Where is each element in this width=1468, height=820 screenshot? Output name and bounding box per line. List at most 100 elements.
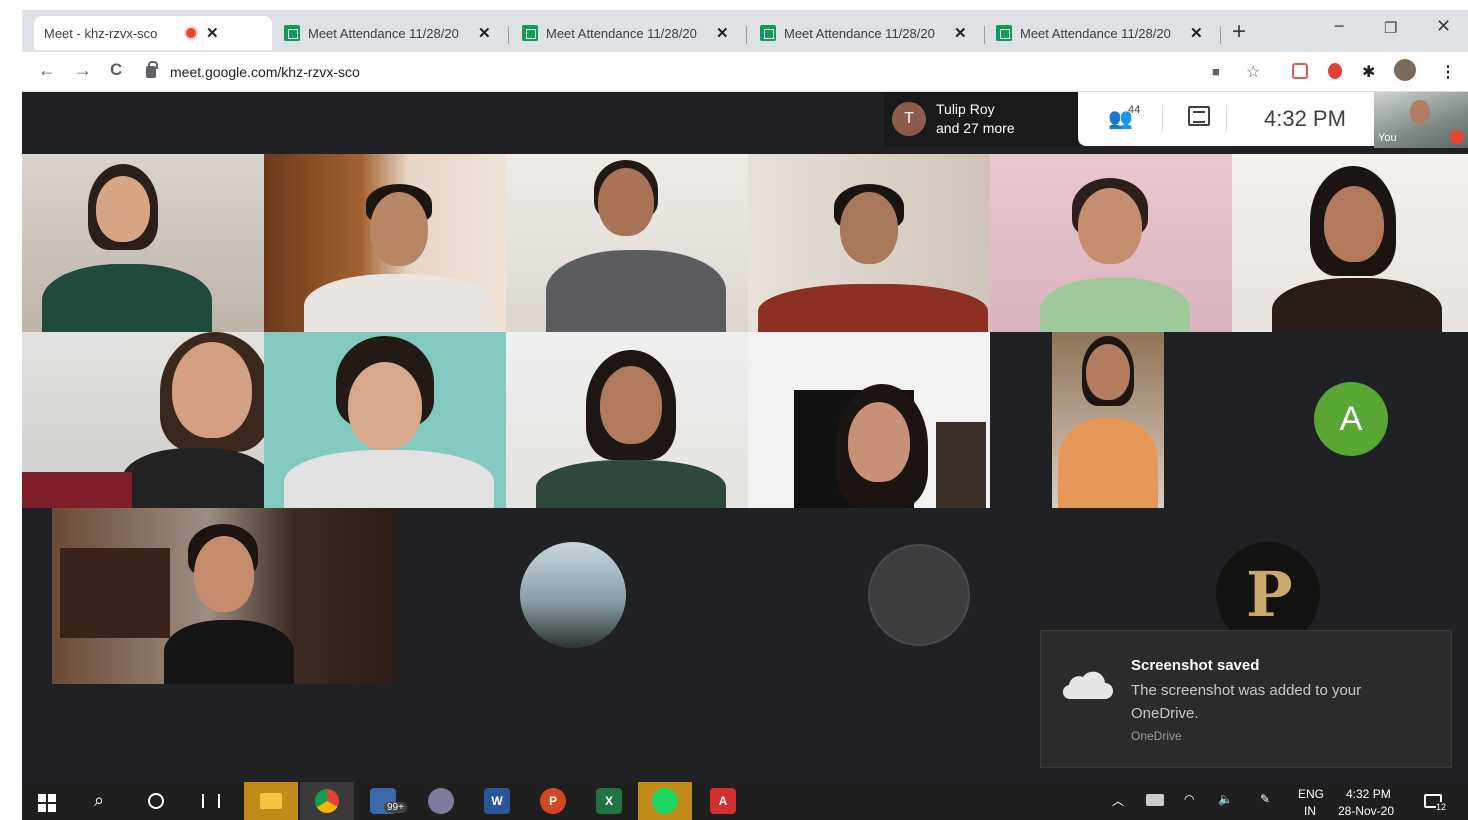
taskbar-time[interactable]: 4:32 PM <box>1346 787 1391 801</box>
participant-body <box>164 620 294 684</box>
tray-chevron-icon[interactable]: ︿ <box>1112 792 1124 809</box>
tab-title: Meet - khz-rzvx-sco <box>44 25 158 41</box>
participant-avatar[interactable] <box>520 542 626 648</box>
screenshot-toast[interactable]: Screenshot saved The screenshot was adde… <box>1040 630 1452 768</box>
close-tab-icon[interactable]: ✕ <box>954 24 967 42</box>
minimize-button[interactable]: − <box>1334 16 1345 37</box>
close-window-button[interactable]: ✕ <box>1436 16 1451 37</box>
tab-attendance-2[interactable]: Meet Attendance 11/28/20 ✕ <box>512 16 744 50</box>
bookshelf-background <box>936 422 986 508</box>
bookmark-star-icon[interactable]: ☆ <box>1246 62 1260 82</box>
tab-attendance-1[interactable]: Meet Attendance 11/28/20 ✕ <box>274 16 506 50</box>
chat-icon[interactable] <box>1188 106 1210 126</box>
participant-tile[interactable] <box>22 154 264 332</box>
participant-face <box>370 192 428 266</box>
reload-button[interactable]: C <box>110 60 122 80</box>
participant-tile[interactable] <box>264 332 506 508</box>
participant-face <box>172 342 252 438</box>
tab-separator <box>984 26 985 44</box>
participant-tile[interactable] <box>52 508 398 684</box>
sofa-background <box>22 472 132 508</box>
presenter-more: and 27 more <box>936 120 1015 136</box>
sheets-favicon-icon <box>760 25 776 41</box>
taskbar-date: 28-Nov-20 <box>1338 804 1395 818</box>
search-icon[interactable]: ⌕ <box>94 790 104 811</box>
participant-tile[interactable] <box>748 332 990 508</box>
new-tab-button[interactable]: + <box>1232 18 1246 46</box>
participant-tile[interactable] <box>1232 154 1468 332</box>
participant-avatar[interactable]: A <box>1314 382 1388 456</box>
restore-button[interactable]: ❐ <box>1384 19 1397 37</box>
tab-meet[interactable]: Meet - khz-rzvx-sco ✕ <box>34 16 272 124</box>
close-tab-icon[interactable]: ✕ <box>1190 24 1203 42</box>
tab-attendance-3[interactable]: Meet Attendance 11/28/20 ✕ <box>750 16 982 50</box>
participant-face <box>1078 188 1142 264</box>
participant-face <box>1086 344 1130 400</box>
close-tab-icon[interactable]: ✕ <box>478 24 491 42</box>
menu-icon[interactable]: ⋮ <box>1440 62 1456 82</box>
region-indicator: IN <box>1304 804 1316 818</box>
word-icon[interactable]: W <box>484 788 510 814</box>
participant-body <box>1058 418 1158 508</box>
close-tab-icon[interactable]: ✕ <box>716 24 729 42</box>
onedrive-cloud-icon <box>1062 671 1113 700</box>
file-explorer-icon[interactable] <box>244 782 298 820</box>
participant-tile[interactable] <box>264 154 506 332</box>
chrome-icon[interactable] <box>300 782 354 820</box>
participants-count: 44 <box>1128 104 1141 116</box>
sheets-favicon-icon <box>522 25 538 41</box>
participant-tile[interactable] <box>748 154 990 332</box>
tab-separator <box>508 26 509 44</box>
meeting-controls: 👥 44 4:32 PM <box>1078 92 1374 146</box>
participant-body <box>42 264 212 332</box>
participant-tile[interactable] <box>506 332 748 508</box>
camera-icon[interactable]: ■ <box>1212 64 1220 79</box>
participant-body <box>758 284 988 332</box>
participant-body <box>122 448 264 508</box>
participant-body <box>546 250 726 332</box>
puzzle-extensions-icon[interactable]: ✱ <box>1362 62 1375 82</box>
acrobat-icon[interactable]: A <box>710 788 736 814</box>
spotify-icon[interactable] <box>638 782 692 820</box>
volume-icon[interactable]: 🔈 <box>1218 792 1233 806</box>
windows-start-icon[interactable] <box>38 794 56 812</box>
back-button[interactable]: ← <box>38 60 56 81</box>
participant-body <box>536 460 726 508</box>
furniture-background <box>60 548 170 638</box>
participant-tile[interactable] <box>22 332 264 508</box>
tab-title: Meet Attendance 11/28/20 <box>1020 25 1171 41</box>
toast-message: The screenshot was added to your OneDriv… <box>1131 682 1362 722</box>
participant-face <box>598 168 654 236</box>
language-indicator[interactable]: ENG <box>1298 787 1324 801</box>
mic-muted-icon <box>1450 130 1464 144</box>
task-view-icon[interactable] <box>202 794 220 808</box>
powerpoint-icon[interactable]: P <box>540 788 566 814</box>
address-bar: ← → C meet.google.com/khz-rzvx-sco ■ ☆ ✱… <box>22 52 1468 92</box>
browser-tab-bar: Meet - khz-rzvx-sco ✕ Meet Attendance 11… <box>22 10 1468 124</box>
notification-count: 12 <box>1436 802 1447 812</box>
participant-tile[interactable] <box>506 154 748 332</box>
divider <box>1226 106 1227 132</box>
tab-separator <box>1220 26 1221 44</box>
participant-tile[interactable] <box>990 154 1232 332</box>
forward-button[interactable]: → <box>74 60 92 81</box>
pocket-extension-icon[interactable] <box>1292 63 1308 79</box>
excel-icon[interactable]: X <box>596 788 622 814</box>
participant-face <box>600 366 662 444</box>
self-view-tile[interactable]: You <box>1374 92 1468 148</box>
self-label: You <box>1378 132 1397 144</box>
wifi-icon[interactable]: ◠ <box>1184 792 1194 806</box>
extension-icon[interactable] <box>1328 63 1342 79</box>
divider <box>1162 106 1163 132</box>
tab-attendance-4[interactable]: Meet Attendance 11/28/20 ✕ <box>986 16 1218 50</box>
pen-icon[interactable]: ✎ <box>1260 792 1270 806</box>
tray-device-icon[interactable] <box>1146 794 1164 806</box>
participant-avatar-blank[interactable] <box>868 544 970 646</box>
app-icon[interactable] <box>428 788 454 814</box>
participant-tile[interactable] <box>1052 332 1164 508</box>
url-input[interactable]: meet.google.com/khz-rzvx-sco <box>146 57 1206 87</box>
profile-avatar[interactable] <box>1394 59 1416 81</box>
close-tab-icon[interactable]: ✕ <box>206 24 219 42</box>
cortana-icon[interactable] <box>148 793 164 809</box>
presenter-info: T Tulip Roy and 27 more <box>884 92 1080 146</box>
